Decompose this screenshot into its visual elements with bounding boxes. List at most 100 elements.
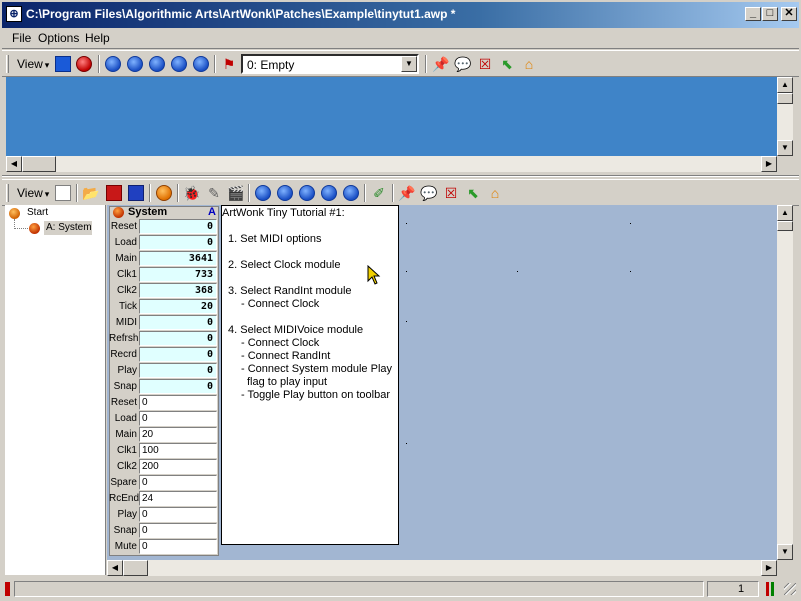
toolbar-separator xyxy=(364,184,366,202)
resize-grip-icon[interactable] xyxy=(784,583,796,595)
refresh-icon[interactable] xyxy=(255,185,271,201)
module-header[interactable]: System A xyxy=(110,206,218,220)
stop-icon[interactable] xyxy=(149,56,165,72)
output-label[interactable]: Recrd xyxy=(109,349,137,360)
play-icon[interactable] xyxy=(127,56,143,72)
save-icon[interactable] xyxy=(106,185,122,201)
input-label[interactable]: Clk1 xyxy=(109,445,137,456)
input-label[interactable]: Spare xyxy=(109,477,137,488)
stop-icon[interactable] xyxy=(299,185,315,201)
flag-icon[interactable]: ⚑ xyxy=(220,55,238,73)
arrow-up-left-icon[interactable]: ⬉ xyxy=(464,184,482,202)
tree-item-system[interactable]: A: System xyxy=(44,221,92,235)
home-icon[interactable]: ⌂ xyxy=(520,55,538,73)
comment-icon[interactable]: 💬 xyxy=(420,184,438,202)
output-label[interactable]: Main xyxy=(109,253,137,264)
input-label[interactable]: Main xyxy=(109,429,137,440)
input-field[interactable]: 24 xyxy=(139,491,217,506)
input-label[interactable]: Snap xyxy=(109,525,137,536)
module-tree: Start A: System xyxy=(5,205,105,575)
save-as-icon[interactable] xyxy=(128,185,144,201)
dropdown-arrow-icon[interactable]: ▼ xyxy=(401,56,417,72)
input-field[interactable]: 200 xyxy=(139,459,217,474)
rewind-icon[interactable] xyxy=(171,56,187,72)
input-field[interactable]: 0 xyxy=(139,523,217,538)
menu-file[interactable]: File xyxy=(9,30,34,46)
note-edit-icon[interactable]: ✐ xyxy=(370,184,388,202)
scroll-thumb[interactable] xyxy=(777,221,793,231)
tutorial-note[interactable]: ArtWonk Tiny Tutorial #1: 1. Set MIDI op… xyxy=(221,205,399,545)
close-button[interactable]: ✕ xyxy=(781,7,797,21)
output-label[interactable]: Play xyxy=(109,365,137,376)
input-label[interactable]: Load xyxy=(109,413,137,424)
module-input-row: Clk2 200 xyxy=(109,459,218,475)
bug-icon[interactable]: 🐞 xyxy=(183,184,201,202)
view-menu-button[interactable]: View ▾ xyxy=(17,186,49,200)
view-menu-button[interactable]: View ▾ xyxy=(17,57,49,71)
refresh-icon[interactable] xyxy=(105,56,121,72)
rewind-icon[interactable] xyxy=(321,185,337,201)
input-field[interactable]: 20 xyxy=(139,427,217,442)
tree-item-start[interactable]: Start xyxy=(27,207,48,218)
menu-help[interactable]: Help xyxy=(82,30,113,46)
input-label[interactable]: Clk2 xyxy=(109,461,137,472)
delete-icon[interactable]: ☒ xyxy=(442,184,460,202)
grid-icon[interactable] xyxy=(55,185,71,201)
scroll-thumb[interactable] xyxy=(22,156,56,172)
pin-icon[interactable]: 📌 xyxy=(398,184,416,202)
output-label[interactable]: Tick xyxy=(109,301,137,312)
input-field[interactable]: 0 xyxy=(139,507,217,522)
upper-vscrollbar[interactable]: ▲ ▼ xyxy=(777,77,793,156)
input-field[interactable]: 0 xyxy=(139,411,217,426)
scroll-left-icon[interactable]: ◀ xyxy=(6,156,22,172)
input-label[interactable]: Mute xyxy=(109,541,137,552)
scroll-up-icon[interactable]: ▲ xyxy=(777,205,793,221)
output-label[interactable]: Reset xyxy=(109,221,137,232)
output-label[interactable]: Clk1 xyxy=(109,269,137,280)
input-field[interactable]: 100 xyxy=(139,443,217,458)
minimize-button[interactable]: _ xyxy=(745,7,761,21)
output-label[interactable]: Clk2 xyxy=(109,285,137,296)
module-icon[interactable] xyxy=(156,185,172,201)
lower-vscrollbar[interactable]: ▲ ▼ xyxy=(777,205,793,560)
input-field[interactable]: 0 xyxy=(139,395,217,410)
input-label[interactable]: Reset xyxy=(109,397,137,408)
snapshot-icon[interactable] xyxy=(343,185,359,201)
splitter[interactable] xyxy=(2,175,799,177)
scroll-thumb[interactable] xyxy=(777,93,793,104)
upper-hscrollbar[interactable]: ◀ ▶ xyxy=(6,156,777,172)
grid-icon[interactable] xyxy=(55,56,71,72)
play-icon[interactable] xyxy=(277,185,293,201)
delete-icon[interactable]: ☒ xyxy=(476,55,494,73)
scroll-right-icon[interactable]: ▶ xyxy=(761,560,777,576)
home-icon[interactable]: ⌂ xyxy=(486,184,504,202)
scroll-up-icon[interactable]: ▲ xyxy=(777,77,793,93)
arrow-up-left-icon[interactable]: ⬉ xyxy=(498,55,516,73)
clapper-icon[interactable]: 🎬 xyxy=(227,184,245,202)
comment-icon[interactable]: 💬 xyxy=(454,55,472,73)
scroll-thumb[interactable] xyxy=(123,560,148,576)
scroll-left-icon[interactable]: ◀ xyxy=(107,560,123,576)
upper-canvas[interactable] xyxy=(6,77,777,156)
app-icon[interactable]: ⊕ xyxy=(6,6,22,22)
input-label[interactable]: Play xyxy=(109,509,137,520)
output-label[interactable]: Refrsh xyxy=(109,333,138,344)
snapshot-icon[interactable] xyxy=(193,56,209,72)
lower-hscrollbar[interactable]: ◀ ▶ xyxy=(107,560,777,576)
input-field[interactable]: 0 xyxy=(139,539,217,554)
input-field[interactable]: 0 xyxy=(139,475,217,490)
open-folder-icon[interactable]: 📂 xyxy=(82,184,100,202)
scroll-down-icon[interactable]: ▼ xyxy=(777,140,793,156)
output-label[interactable]: Snap xyxy=(109,381,137,392)
scroll-down-icon[interactable]: ▼ xyxy=(777,544,793,560)
output-label[interactable]: Load xyxy=(109,237,137,248)
record-icon[interactable] xyxy=(76,56,92,72)
scroll-right-icon[interactable]: ▶ xyxy=(761,156,777,172)
input-label[interactable]: RcEnd xyxy=(109,493,139,504)
menu-options[interactable]: Options xyxy=(35,30,82,46)
edit-icon[interactable]: ✎ xyxy=(205,184,223,202)
maximize-button[interactable]: □ xyxy=(762,7,778,21)
page-select[interactable]: 0: Empty ▼ xyxy=(241,54,419,74)
pin-icon[interactable]: 📌 xyxy=(432,55,450,73)
output-label[interactable]: MIDI xyxy=(109,317,137,328)
